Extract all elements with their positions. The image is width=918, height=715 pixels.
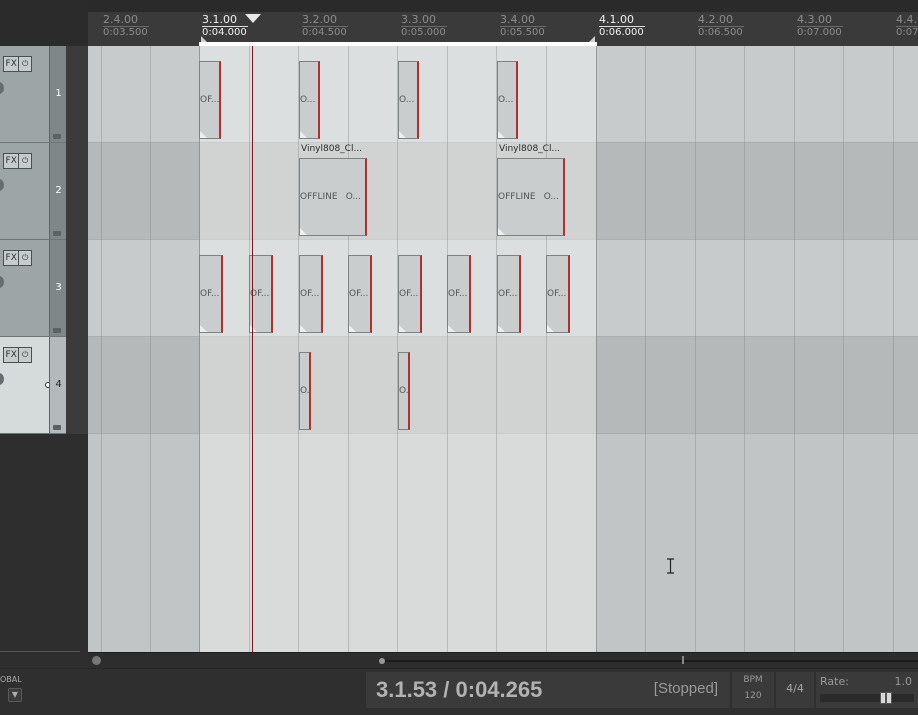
ruler-mark: 4.4.00:07. — [896, 14, 918, 39]
loop-start-marker[interactable] — [201, 36, 207, 42]
grid-line — [348, 46, 349, 652]
media-item[interactable]: OF... — [199, 61, 221, 139]
track-1-fx-button[interactable]: FX ⏻ — [3, 56, 32, 72]
track-3-fx-button[interactable]: FX ⏻ — [3, 250, 32, 266]
ruler-mark: 4.1.00 0:06.000 — [599, 13, 645, 38]
power-icon: ⏻ — [22, 156, 29, 165]
text-cursor-icon — [667, 558, 674, 574]
media-item[interactable]: O. — [299, 352, 311, 430]
playhead-marker-icon[interactable] — [245, 14, 261, 23]
grid-line — [546, 46, 547, 652]
media-item[interactable]: O. — [398, 352, 410, 430]
volume-knob[interactable] — [0, 82, 4, 94]
media-item[interactable]: OF... — [447, 255, 471, 333]
grid-line — [150, 46, 151, 652]
media-item[interactable]: OF... — [398, 255, 422, 333]
media-item[interactable]: OF... — [348, 255, 372, 333]
tcp-divider — [0, 651, 80, 652]
track-number-column[interactable]: 1 — [49, 46, 66, 142]
ruler-mark: 4.3.00 0:07.000 — [797, 13, 843, 38]
scroll-thumb[interactable] — [385, 660, 918, 662]
ruler-mark: 3.4.00 0:05.500 — [500, 13, 546, 38]
scroll-position-marker — [682, 656, 684, 664]
track-number-column[interactable]: 2 — [49, 143, 66, 239]
folder-icon[interactable] — [53, 328, 61, 333]
volume-knob[interactable] — [0, 179, 4, 191]
media-item[interactable]: OF... — [299, 255, 323, 333]
tcp-meter-strip — [66, 46, 88, 434]
media-item[interactable]: OF... — [199, 255, 223, 333]
transport-bar: OBAL ▼ 3.1.53 / 0:04.265 [Stopped] BPM 1… — [0, 668, 918, 715]
grid-line — [596, 46, 597, 652]
media-item[interactable]: OFFLINE O... — [299, 158, 367, 236]
scroll-left-icon[interactable] — [92, 656, 101, 665]
ruler-mark: 3.3.00 0:05.000 — [401, 13, 447, 38]
ruler-mark: 3.2.00 0:04.500 — [302, 13, 348, 38]
bpm-value: 120 — [744, 691, 762, 701]
media-item[interactable]: O... — [398, 61, 419, 139]
media-item[interactable]: O... — [497, 61, 518, 139]
track-number-column[interactable]: 3 — [49, 240, 66, 336]
track-number: 2 — [55, 185, 62, 196]
track-2-controls[interactable]: FX ⏻ 2 — [0, 143, 66, 240]
global-label: OBAL — [0, 675, 22, 684]
grid-line — [794, 46, 795, 652]
horizontal-scrollbar[interactable] — [88, 652, 918, 668]
bpm-field[interactable]: BPM 120 — [732, 672, 774, 708]
power-icon: ⏻ — [22, 253, 29, 262]
play-state: [Stopped] — [653, 680, 718, 697]
grid-line — [447, 46, 448, 652]
arrange-view[interactable]: OF... O... O... O... Vinyl808_Cl... OFFL… — [88, 46, 918, 652]
folder-icon[interactable] — [53, 134, 61, 139]
media-item[interactable]: O... — [299, 61, 320, 139]
playrate-value: 1.0 — [894, 675, 913, 688]
media-item[interactable]: OF... — [546, 255, 570, 333]
media-item-name: Vinyl808_Cl... — [301, 144, 363, 154]
track-3-controls[interactable]: FX ⏻ 3 — [0, 240, 66, 337]
power-icon: ⏻ — [22, 350, 29, 359]
grid-line — [893, 46, 894, 652]
ruler-mark: 3.1.00 0:04.000 — [202, 13, 248, 38]
track-number: 1 — [55, 88, 62, 99]
track-number: 4 — [55, 379, 62, 390]
grid-line — [249, 46, 250, 652]
position-readout: 3.1.53 / 0:04.265 — [376, 677, 543, 702]
ruler-region-bar[interactable] — [88, 0, 918, 12]
tcp-header — [0, 0, 88, 46]
chevron-down-icon[interactable]: ▼ — [8, 688, 22, 702]
track-number-column[interactable]: 4 — [49, 337, 66, 433]
ruler-mark: 2.4.00 0:03.500 — [103, 13, 149, 38]
track-1-controls[interactable]: FX ⏻ 1 — [0, 46, 66, 143]
loop-end-marker[interactable] — [589, 36, 595, 42]
track-4-fx-button[interactable]: FX ⏻ — [3, 347, 32, 363]
grid-line — [843, 46, 844, 652]
volume-knob[interactable] — [0, 276, 4, 288]
media-item-name: Vinyl808_Cl... — [499, 144, 561, 154]
grid-line — [744, 46, 745, 652]
playrate-control[interactable]: Rate: 1.0 — [816, 672, 918, 708]
grid-line — [101, 46, 102, 652]
track-2-fx-button[interactable]: FX ⏻ — [3, 153, 32, 169]
playrate-slider[interactable] — [820, 694, 914, 702]
media-item[interactable]: OF... — [497, 255, 521, 333]
edit-cursor-line[interactable] — [252, 46, 253, 652]
media-item[interactable]: OFFLINE O... — [497, 158, 565, 236]
grid-line — [695, 46, 696, 652]
track-number: 3 — [55, 282, 62, 293]
ruler-mark: 4.2.00 0:06.500 — [698, 13, 744, 38]
time-display[interactable]: 3.1.53 / 0:04.265 [Stopped] — [366, 672, 730, 708]
track-4-controls[interactable]: FX ⏻ 4 — [0, 337, 66, 434]
grid-line — [645, 46, 646, 652]
power-icon: ⏻ — [22, 59, 29, 68]
playrate-slider-handle[interactable] — [880, 692, 892, 704]
time-signature-field[interactable]: 4/4 — [776, 672, 814, 708]
folder-icon[interactable] — [53, 231, 61, 236]
folder-icon[interactable] — [53, 425, 61, 430]
volume-knob[interactable] — [0, 373, 4, 385]
